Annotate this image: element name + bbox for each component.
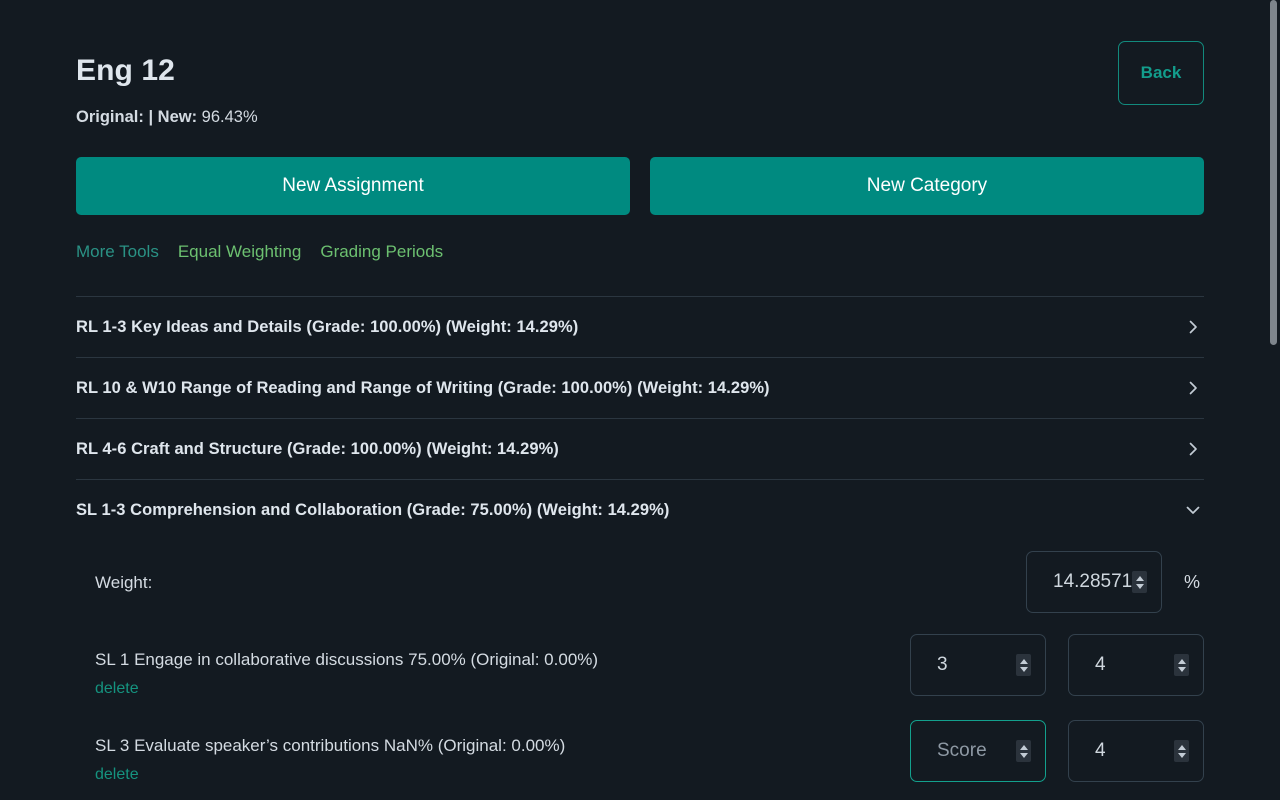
weight-label: Weight: bbox=[95, 572, 153, 592]
assignment-score-value: Score bbox=[937, 740, 987, 761]
app-viewport: Eng 12 Back Original: | New: 96.43% New … bbox=[0, 0, 1280, 800]
assignment-total-value: 4 bbox=[1095, 740, 1106, 761]
assignment-info: SL 1 Engage in collaborative discussions… bbox=[95, 634, 910, 700]
equal-weighting-link[interactable]: Equal Weighting bbox=[178, 241, 302, 263]
scrollbar-thumb[interactable] bbox=[1270, 0, 1277, 345]
stepper-icon[interactable] bbox=[1132, 571, 1147, 593]
summary-separator: | bbox=[148, 108, 154, 126]
category-title: RL 4-6 Craft and Structure (Grade: 100.0… bbox=[76, 440, 559, 458]
delete-assignment-link[interactable]: delete bbox=[95, 764, 139, 786]
new-assignment-button[interactable]: New Assignment bbox=[76, 157, 630, 215]
stepper-icon[interactable] bbox=[1016, 740, 1031, 762]
more-tools-link[interactable]: More Tools bbox=[76, 241, 159, 263]
delete-assignment-link[interactable]: delete bbox=[95, 678, 139, 700]
primary-actions: New Assignment New Category bbox=[76, 157, 1204, 215]
vertical-scrollbar[interactable] bbox=[1266, 0, 1280, 800]
stepper-icon[interactable] bbox=[1174, 740, 1189, 762]
grade-book-page: Eng 12 Back Original: | New: 96.43% New … bbox=[0, 0, 1280, 796]
percent-sign-label: % bbox=[1184, 571, 1201, 592]
assignment-score-input[interactable]: 3 bbox=[910, 634, 1046, 696]
page-title: Eng 12 bbox=[76, 54, 175, 87]
category-title: RL 10 & W10 Range of Reading and Range o… bbox=[76, 379, 770, 397]
assignment-controls: Score 4 bbox=[910, 720, 1204, 782]
chevron-right-icon[interactable] bbox=[1184, 440, 1202, 458]
assignment-score-value: 3 bbox=[937, 654, 948, 675]
category-row[interactable]: RL 10 & W10 Range of Reading and Range o… bbox=[76, 357, 1204, 418]
assignment-score-input[interactable]: Score bbox=[910, 720, 1046, 782]
chevron-right-icon[interactable] bbox=[1184, 318, 1202, 336]
tools-links: More Tools Equal Weighting Grading Perio… bbox=[76, 241, 1204, 263]
assignment-row: SL 3 Evaluate speaker’s contributions Na… bbox=[76, 710, 1204, 796]
assignment-row: SL 1 Engage in collaborative discussions… bbox=[76, 624, 1204, 710]
category-weight-value: 14.28571 bbox=[1053, 571, 1132, 592]
original-grade-label: Original: bbox=[76, 108, 144, 126]
assignment-total-input[interactable]: 4 bbox=[1068, 720, 1204, 782]
stepper-icon[interactable] bbox=[1016, 654, 1031, 676]
category-row[interactable]: RL 1-3 Key Ideas and Details (Grade: 100… bbox=[76, 296, 1204, 357]
assignment-controls: 3 4 bbox=[910, 634, 1204, 696]
assignment-name: SL 3 Evaluate speaker’s contributions Na… bbox=[95, 736, 566, 755]
category-title: RL 1-3 Key Ideas and Details (Grade: 100… bbox=[76, 318, 579, 336]
new-grade-value: 96.43% bbox=[201, 108, 258, 126]
category-row-expanded[interactable]: SL 1-3 Comprehension and Collaboration (… bbox=[76, 479, 1204, 540]
category-list: RL 1-3 Key Ideas and Details (Grade: 100… bbox=[76, 296, 1204, 796]
back-button[interactable]: Back bbox=[1118, 41, 1204, 105]
chevron-down-icon[interactable] bbox=[1184, 501, 1202, 519]
assignment-info: SL 3 Evaluate speaker’s contributions Na… bbox=[95, 720, 910, 786]
assignment-total-value: 4 bbox=[1095, 654, 1106, 675]
category-row[interactable]: RL 4-6 Craft and Structure (Grade: 100.0… bbox=[76, 418, 1204, 479]
category-details: Weight: 14.28571 % SL 1 Engage in collab… bbox=[76, 540, 1204, 796]
new-category-button[interactable]: New Category bbox=[650, 157, 1204, 215]
grade-summary: Original: | New: 96.43% bbox=[76, 106, 1204, 128]
page-header: Eng 12 Back bbox=[76, 0, 1204, 105]
stepper-icon[interactable] bbox=[1174, 654, 1189, 676]
category-weight-input[interactable]: 14.28571 bbox=[1026, 551, 1162, 613]
assignment-total-input[interactable]: 4 bbox=[1068, 634, 1204, 696]
new-grade-label: New: bbox=[157, 108, 198, 126]
weight-controls: 14.28571 % bbox=[1026, 551, 1204, 613]
chevron-right-icon[interactable] bbox=[1184, 379, 1202, 397]
category-weight-row: Weight: 14.28571 % bbox=[76, 540, 1204, 624]
assignment-name: SL 1 Engage in collaborative discussions… bbox=[95, 650, 599, 669]
category-title: SL 1-3 Comprehension and Collaboration (… bbox=[76, 501, 670, 519]
grading-periods-link[interactable]: Grading Periods bbox=[320, 241, 443, 263]
